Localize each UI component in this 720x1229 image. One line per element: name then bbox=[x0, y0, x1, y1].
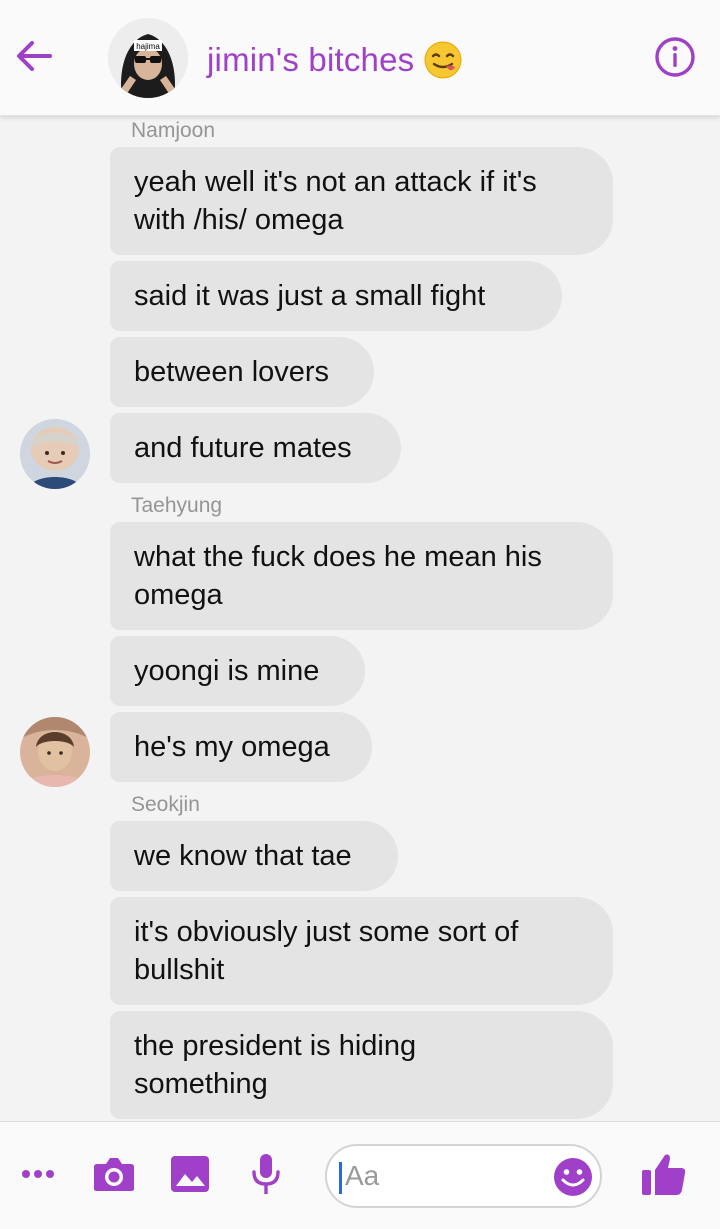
message-bubble[interactable]: we know that tae bbox=[110, 821, 398, 891]
message-bubble[interactable]: and future mates bbox=[110, 413, 401, 483]
smirk-emoji-icon bbox=[424, 41, 462, 79]
message-bubble[interactable]: yoongi is mine bbox=[110, 636, 365, 706]
message-bubble[interactable]: said it was just a small fight bbox=[110, 261, 562, 331]
message-bubble[interactable]: it's obviously just some sort of bullshi… bbox=[110, 897, 613, 1005]
gallery-icon[interactable] bbox=[166, 1150, 214, 1198]
message-bubble[interactable]: yeah well it's not an attack if it's wit… bbox=[110, 147, 613, 255]
sender-name: Taehyung bbox=[131, 494, 223, 517]
message-input-placeholder: Aa bbox=[345, 1160, 380, 1191]
avatar[interactable] bbox=[20, 717, 90, 787]
camera-icon[interactable] bbox=[90, 1150, 138, 1198]
message-list[interactable]: Namjoon yeah well it's not an attack if … bbox=[0, 117, 720, 1121]
message-bubble[interactable]: between lovers bbox=[110, 337, 374, 407]
message-bubble[interactable]: the president is hiding something bbox=[110, 1011, 613, 1119]
thumbs-up-icon[interactable] bbox=[640, 1150, 688, 1198]
emoji-icon[interactable] bbox=[553, 1157, 593, 1197]
chat-header: hajima jimin's bitches bbox=[0, 0, 720, 116]
text-cursor bbox=[339, 1162, 342, 1194]
info-icon[interactable] bbox=[654, 36, 696, 78]
avatar[interactable] bbox=[20, 419, 90, 489]
message-bubble[interactable]: what the fuck does he mean his omega bbox=[110, 522, 613, 630]
sender-name: Seokjin bbox=[131, 793, 200, 816]
back-arrow-icon[interactable] bbox=[14, 36, 54, 76]
message-input[interactable]: Aa bbox=[325, 1144, 602, 1208]
message-bubble[interactable]: he's my omega bbox=[110, 712, 372, 782]
group-avatar[interactable]: hajima bbox=[108, 18, 188, 98]
more-dots-icon[interactable] bbox=[14, 1150, 62, 1198]
group-avatar-caption: hajima bbox=[136, 42, 160, 51]
microphone-icon[interactable] bbox=[242, 1150, 290, 1198]
composer-bar: Aa bbox=[0, 1121, 720, 1229]
chat-title-wrap[interactable]: jimin's bitches bbox=[207, 38, 462, 82]
sender-name: Namjoon bbox=[131, 119, 216, 142]
chat-title: jimin's bitches bbox=[207, 41, 415, 78]
